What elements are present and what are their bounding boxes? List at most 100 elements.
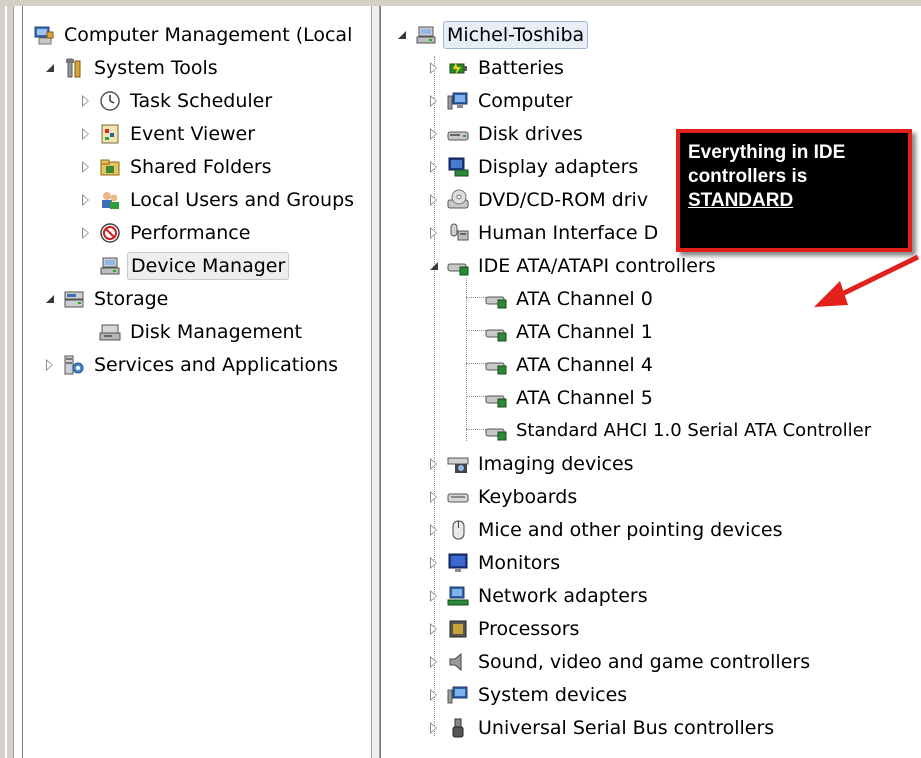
hid-icon: [447, 222, 469, 244]
expand-arrow-icon[interactable]: [427, 226, 441, 240]
tree-node-sound-video-game[interactable]: Sound, video and game controllers: [427, 646, 813, 678]
tree-node-label: Imaging devices: [478, 453, 634, 475]
tree-node-label: Shared Folders: [130, 156, 272, 178]
expand-arrow-icon[interactable]: [427, 688, 441, 702]
pane-splitter[interactable]: [371, 6, 380, 758]
tree-node-label: IDE ATA/ATAPI controllers: [478, 255, 716, 277]
expand-arrow-icon[interactable]: [427, 523, 441, 537]
mouse-icon: [447, 519, 469, 541]
collapse-arrow-icon[interactable]: [427, 259, 441, 273]
tree-connector: [466, 429, 486, 430]
tree-node-network-adapters[interactable]: Network adapters: [427, 580, 651, 612]
tree-node-dvd-cdrom[interactable]: DVD/CD-ROM driv: [427, 184, 651, 216]
imaging-icon: [447, 453, 469, 475]
expand-arrow-icon[interactable]: [427, 655, 441, 669]
tree-node-imaging-devices[interactable]: Imaging devices: [427, 448, 637, 480]
tree-node-label: Network adapters: [478, 585, 648, 607]
expand-arrow-icon[interactable]: [427, 193, 441, 207]
tree-node-display-adapters[interactable]: Display adapters: [427, 151, 641, 183]
expand-arrow-icon[interactable]: [427, 160, 441, 174]
callout-line: controllers is: [688, 166, 808, 187]
collapse-arrow-icon[interactable]: [43, 61, 57, 75]
users-icon: [99, 189, 121, 211]
expand-arrow-icon[interactable]: [79, 160, 93, 174]
tree-node-label: Mice and other pointing devices: [478, 519, 783, 541]
window-frame-left: [0, 6, 14, 758]
expand-arrow-icon[interactable]: [79, 94, 93, 108]
tree-connector: [466, 278, 467, 441]
tree-node-keyboards[interactable]: Keyboards: [427, 481, 580, 513]
tree-node-label: Batteries: [478, 57, 564, 79]
tree-node-label: Processors: [478, 618, 580, 640]
annotation-callout: Everything in IDE controllers is STANDAR…: [676, 129, 912, 252]
tree-connector: [466, 396, 486, 397]
tree-node-local-users-groups[interactable]: Local Users and Groups: [79, 184, 357, 216]
tree-node-label: ATA Channel 1: [516, 321, 653, 343]
speaker-icon: [447, 651, 469, 673]
tree-node-label: Storage: [94, 288, 169, 310]
tree-node-label: Computer Management (Local: [64, 24, 353, 46]
tree-node-label: Disk drives: [478, 123, 583, 145]
collapse-arrow-icon[interactable]: [43, 292, 57, 306]
expand-arrow-icon[interactable]: [427, 94, 441, 108]
tree-node-disk-drives[interactable]: Disk drives: [427, 118, 586, 150]
tree-node-ata-channel-5[interactable]: ATA Channel 5: [485, 382, 656, 414]
tree-node-standard-ahci[interactable]: Standard AHCI 1.0 Serial ATA Controller: [485, 415, 874, 447]
tree-node-event-viewer[interactable]: Event Viewer: [79, 118, 258, 150]
tree-node-device-manager[interactable]: Device Manager: [99, 250, 290, 282]
tree-node-ide-ata-controllers[interactable]: IDE ATA/ATAPI controllers: [427, 250, 719, 282]
tree-node-system-devices[interactable]: System devices: [427, 679, 630, 711]
services-icon: [63, 354, 85, 376]
tree-node-storage[interactable]: Storage: [43, 283, 171, 315]
tree-node-label: System Tools: [94, 57, 218, 79]
event-viewer-icon: [99, 123, 121, 145]
tree-node-system-tools[interactable]: System Tools: [43, 52, 221, 84]
tree-node-performance[interactable]: Performance: [79, 217, 253, 249]
expand-arrow-icon[interactable]: [427, 457, 441, 471]
monitor-icon: [447, 552, 469, 574]
tree-node-label: ATA Channel 5: [516, 387, 653, 409]
tree-node-usb-controllers[interactable]: Universal Serial Bus controllers: [427, 712, 777, 744]
tree-node-services-applications[interactable]: Services and Applications: [43, 349, 341, 381]
tree-node-label: Services and Applications: [94, 354, 339, 376]
tree-node-label: Michel-Toshiba: [443, 21, 589, 49]
computer-root-icon: [415, 24, 437, 46]
tree-node-label: Device Manager: [127, 252, 290, 280]
tree-node-processors[interactable]: Processors: [427, 613, 582, 645]
display-adapter-icon: [447, 156, 469, 178]
expand-arrow-icon[interactable]: [43, 358, 57, 372]
tools-icon: [63, 57, 85, 79]
tree-node-ata-channel-0[interactable]: ATA Channel 0: [485, 283, 656, 315]
tree-node-computer[interactable]: Computer: [427, 85, 575, 117]
expand-arrow-icon[interactable]: [427, 721, 441, 735]
expand-arrow-icon[interactable]: [427, 127, 441, 141]
tree-node-disk-management[interactable]: Disk Management: [99, 316, 305, 348]
tree-node-shared-folders[interactable]: Shared Folders: [79, 151, 275, 183]
expand-arrow-icon[interactable]: [427, 622, 441, 636]
tree-node-label: Event Viewer: [130, 123, 256, 145]
expand-arrow-icon[interactable]: [427, 61, 441, 75]
tree-connector: [466, 297, 486, 298]
tree-node-human-interface[interactable]: Human Interface D: [427, 217, 661, 249]
tree-node-label: Disk Management: [130, 321, 303, 343]
expand-arrow-icon[interactable]: [79, 226, 93, 240]
tree-node-computer-management[interactable]: Computer Management (Local: [33, 19, 355, 51]
tree-node-task-scheduler[interactable]: Task Scheduler: [79, 85, 275, 117]
dvd-icon: [447, 189, 469, 211]
expand-arrow-icon[interactable]: [79, 193, 93, 207]
expand-arrow-icon[interactable]: [427, 490, 441, 504]
tree-node-michel-toshiba[interactable]: Michel-Toshiba: [395, 19, 589, 51]
tree-node-batteries[interactable]: Batteries: [427, 52, 567, 84]
device-tree-pane[interactable]: Michel-Toshiba Batteries Computer Disk d…: [380, 6, 921, 758]
tree-node-mice[interactable]: Mice and other pointing devices: [427, 514, 785, 546]
tree-node-ata-channel-1[interactable]: ATA Channel 1: [485, 316, 656, 348]
expand-arrow-icon[interactable]: [79, 127, 93, 141]
clock-icon: [99, 90, 121, 112]
tree-node-ata-channel-4[interactable]: ATA Channel 4: [485, 349, 656, 381]
tree-node-label: Monitors: [478, 552, 561, 574]
console-tree-pane[interactable]: Computer Management (Local System Tools …: [22, 6, 372, 758]
expand-arrow-icon[interactable]: [427, 589, 441, 603]
tree-node-monitors[interactable]: Monitors: [427, 547, 563, 579]
collapse-arrow-icon[interactable]: [395, 28, 409, 42]
expand-arrow-icon[interactable]: [427, 556, 441, 570]
